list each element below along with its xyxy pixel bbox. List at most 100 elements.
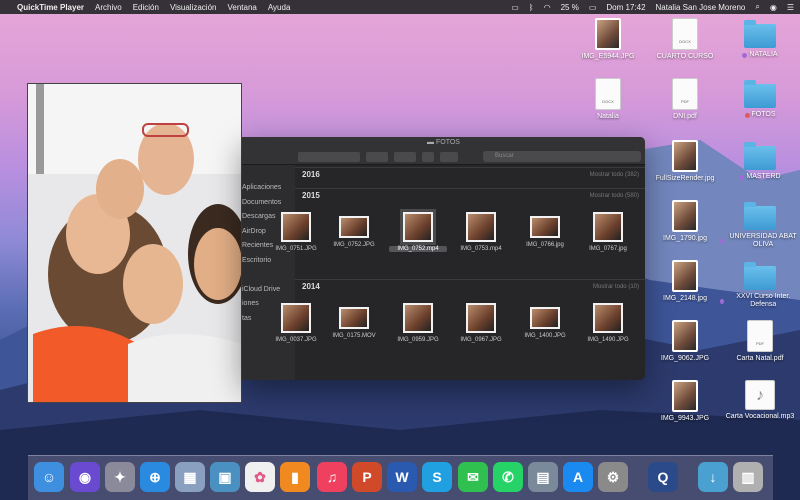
desktop-icon-5[interactable]: FOTOS [720,78,800,119]
photo-thumbnail-icon [672,380,698,412]
file-name: IMG_0037.JPG [275,337,317,343]
quicktime-video[interactable] [27,83,242,403]
desktop-icon-10[interactable]: IMG_2148.jpg [645,260,725,303]
tag-dot-icon [720,238,725,244]
launchpad-icon[interactable]: ✦ [105,462,135,492]
photo-viewer-icon[interactable]: ▣ [210,462,240,492]
finder-content: 2016 Mostrar todo (382) 2015 Mostrar todo (… [275,165,645,380]
desktop-icon-label: IMG_1790.jpg [663,235,707,243]
preview-icon[interactable]: ▦ [175,462,205,492]
file-name: IMG_0753.mp4 [460,246,502,252]
group-button[interactable] [366,151,388,162]
whatsapp-icon[interactable]: ✆ [493,462,523,492]
siri-icon[interactable]: ◉ [70,462,100,492]
menu-visualizacion[interactable]: Visualización [170,3,217,12]
music-icon[interactable]: ♫ [317,462,347,492]
desktop-icon-11[interactable]: XXVI Curso Inter. Defensa [720,260,800,309]
file-item[interactable]: IMG_0175.MOV [325,303,383,339]
desktop-icon-4[interactable]: PDF DNI.pdf [645,78,725,121]
file-item[interactable]: IMG_0959.JPG [389,303,447,343]
file-thumbnail [281,303,311,333]
tags-button[interactable] [440,151,458,162]
wifi-icon[interactable]: ◠ [544,3,551,12]
finder-icon[interactable]: ☺ [34,462,64,492]
app-menu[interactable]: QuickTime Player [17,3,84,12]
file-item[interactable]: IMG_1490.JPG [579,303,637,343]
battery-percent[interactable]: 25 % [561,3,579,12]
powerpoint-icon[interactable]: P [352,462,382,492]
safari-icon[interactable]: ⊕ [140,462,170,492]
file-item[interactable]: IMG_0766.jpg [516,212,574,248]
share-button[interactable] [422,151,434,162]
desktop-icon-label: MASTERD [739,173,781,181]
photos-icon[interactable]: ✿ [245,462,275,492]
file-item[interactable]: IMG_0752.JPG [325,212,383,248]
word-icon[interactable]: W [387,462,417,492]
trash-icon[interactable]: ▥ [733,462,763,492]
finder-window[interactable]: ▬ FOTOS Buscar Aplicaciones Documentos Des… [242,137,645,380]
tag-dot-icon [739,174,745,180]
image-capture-icon[interactable]: ▤ [528,462,558,492]
sidebar-item-7[interactable]: iCloud Drive [242,283,295,298]
desktop-icon-7[interactable]: MASTERD [720,140,800,181]
desktop-icon-6[interactable]: FullSizeRender.jpg [645,140,725,183]
skype-icon[interactable]: S [422,462,452,492]
file-thumbnail [339,216,369,238]
desktop-icon-label: NATALIA [742,51,778,59]
desktop-icon-label: Natalia [597,113,619,121]
search-input[interactable]: Buscar [483,151,641,162]
desktop-icon-3[interactable]: DOCX Natalia [568,78,648,121]
sidebar-item-0[interactable]: Aplicaciones [242,181,295,196]
sidebar-item-1[interactable]: Documentos [242,196,295,211]
menu-ayuda[interactable]: Ayuda [268,3,291,12]
file-item[interactable]: IMG_0967.JPG [452,303,510,343]
user-name[interactable]: Natalia San Jose Moreno [656,3,746,12]
books-icon[interactable]: ▮ [280,462,310,492]
airplay-icon[interactable]: ▭ [511,3,519,12]
finder-title-bar[interactable]: ▬ FOTOS [242,137,645,149]
desktop-icon-14[interactable]: IMG_9943.JPG [645,380,725,423]
action-gear-button[interactable] [394,151,416,162]
file-name: IMG_1490.JPG [587,337,629,343]
messages-icon[interactable]: ✉ [458,462,488,492]
search-icon[interactable]: ⌕ [755,2,759,12]
file-item[interactable]: IMG_0037.JPG [267,303,325,343]
file-item[interactable]: IMG_0767.jpg [579,212,637,252]
file-item[interactable]: IMG_0752.mp4 [389,212,447,252]
siri-icon[interactable]: ◉ [770,3,777,12]
desktop-icon-12[interactable]: IMG_9062.JPG [645,320,725,363]
app-store-icon[interactable]: A [563,462,593,492]
system-preferences-icon[interactable]: ⚙ [598,462,628,492]
view-mode-buttons[interactable] [298,151,360,162]
desktop-icon-0[interactable]: IMG_E5944.JPG [568,18,648,61]
desktop-icon-9[interactable]: UNIVERSIDAD ABAT OLIVA [720,200,800,249]
desktop-icon-2[interactable]: NATALIA [720,18,800,59]
folder-icon: ▬ [427,139,436,146]
desktop-icon-8[interactable]: IMG_1790.jpg [645,200,725,243]
file-item[interactable]: IMG_1400.JPG [516,303,574,339]
quicktime-icon[interactable]: Q [648,462,678,492]
notification-center-icon[interactable]: ☰ [787,3,794,12]
bluetooth-icon[interactable]: ᛒ [529,3,534,12]
desktop-icon-1[interactable]: DOCX CUARTO CURSO [645,18,725,61]
menu-edicion[interactable]: Edición [133,3,159,12]
show-all-link[interactable]: Mostrar todo (382) [590,168,639,182]
show-all-link[interactable]: Mostrar todo (580) [590,189,639,203]
clock[interactable]: Dom 17:42 [606,3,645,12]
file-item[interactable]: IMG_0753.mp4 [452,212,510,252]
battery-icon[interactable]: ▭ [589,3,597,12]
menu-archivo[interactable]: Archivo [95,3,122,12]
file-item[interactable]: IMG_0751.JPG [267,212,325,252]
desktop-icon-13[interactable]: PDF Carta Natal.pdf [720,320,800,363]
file-name: IMG_0766.jpg [526,242,564,248]
desktop-icon-text: FOTOS [751,111,776,118]
desktop-icon-15[interactable]: ♪ Carta Vocacional.mp3 [720,380,800,421]
show-all-link[interactable]: Mostrar todo (10) [593,280,639,294]
menu-ventana[interactable]: Ventana [227,3,256,12]
downloads-icon[interactable]: ↓ [698,462,728,492]
desktop-icon-label: XXVI Curso Inter. Defensa [720,293,800,309]
sidebar-item-6[interactable] [242,268,295,283]
desktop-icon-label: DNI.pdf [673,113,697,121]
music-file-icon: ♪ [745,380,775,410]
sidebar-item-5[interactable]: Escritorio [242,254,295,269]
